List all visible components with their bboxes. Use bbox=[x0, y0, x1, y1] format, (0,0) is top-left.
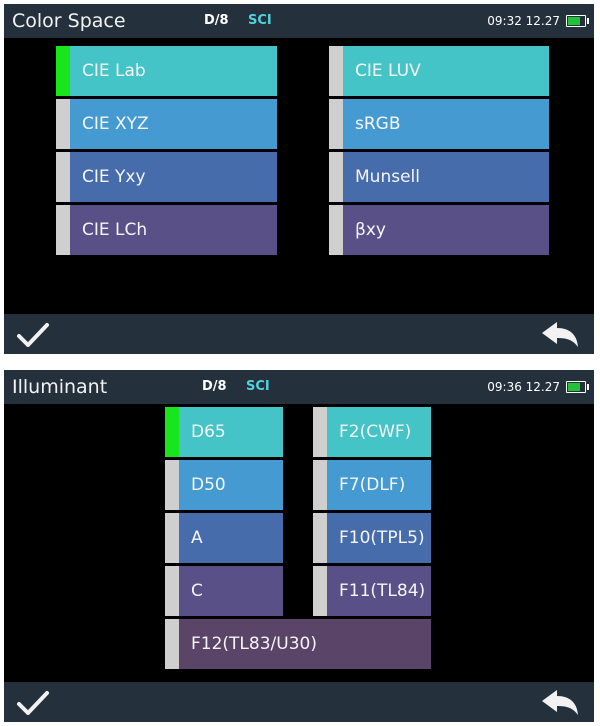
action-bar bbox=[4, 314, 594, 354]
option-label: sRGB bbox=[355, 114, 401, 134]
option-srgb[interactable]: sRGB bbox=[329, 99, 549, 149]
action-bar bbox=[4, 682, 594, 722]
check-icon[interactable] bbox=[16, 321, 50, 349]
selection-indicator bbox=[329, 205, 343, 255]
option-f12-tl83-u30[interactable]: F12(TL83/U30) bbox=[165, 619, 431, 669]
selection-indicator bbox=[313, 460, 327, 510]
selection-indicator bbox=[165, 407, 179, 457]
option-label: Munsell bbox=[355, 167, 420, 187]
page-title: Illuminant bbox=[12, 376, 108, 398]
option-label: F11(TL84) bbox=[339, 581, 426, 601]
option-label: CIE Lab bbox=[82, 61, 146, 81]
selection-indicator bbox=[329, 99, 343, 149]
color-space-screen: Color Space D/8 SCI 09:32 12.27 CIE Lab … bbox=[4, 4, 594, 354]
option-cie-lch[interactable]: CIE LCh bbox=[56, 205, 277, 255]
option-label: CIE LCh bbox=[82, 220, 148, 240]
selection-indicator bbox=[165, 460, 179, 510]
back-arrow-icon[interactable] bbox=[540, 689, 580, 717]
clock-text: 09:32 12.27 bbox=[487, 14, 560, 28]
selection-indicator bbox=[56, 46, 70, 96]
geometry-label: D/8 bbox=[204, 13, 229, 28]
option-f10-tpl5[interactable]: F10(TPL5) bbox=[313, 513, 431, 563]
option-beta-xy[interactable]: βxy bbox=[329, 205, 549, 255]
page-title: Color Space bbox=[12, 10, 126, 32]
selection-indicator bbox=[165, 619, 179, 669]
selection-indicator bbox=[56, 99, 70, 149]
option-label: F7(DLF) bbox=[339, 475, 406, 495]
status-bar: Illuminant D/8 SCI 09:36 12.27 bbox=[4, 370, 594, 404]
selection-indicator bbox=[329, 46, 343, 96]
option-label: βxy bbox=[355, 220, 386, 240]
selection-indicator bbox=[56, 152, 70, 202]
option-label: F10(TPL5) bbox=[339, 528, 425, 548]
option-label: F2(CWF) bbox=[339, 422, 412, 442]
option-c[interactable]: C bbox=[165, 566, 283, 616]
battery-charging-icon bbox=[566, 15, 589, 27]
option-f11-tl84[interactable]: F11(TL84) bbox=[313, 566, 431, 616]
option-a[interactable]: A bbox=[165, 513, 283, 563]
illuminant-screen: Illuminant D/8 SCI 09:36 12.27 D65 D50 A… bbox=[4, 370, 594, 722]
mode-label: SCI bbox=[248, 13, 272, 28]
option-cie-lab[interactable]: CIE Lab bbox=[56, 46, 277, 96]
selection-indicator bbox=[329, 152, 343, 202]
clock-text: 09:36 12.27 bbox=[487, 380, 560, 394]
option-munsell[interactable]: Munsell bbox=[329, 152, 549, 202]
check-icon[interactable] bbox=[16, 689, 50, 717]
option-cie-xyz[interactable]: CIE XYZ bbox=[56, 99, 277, 149]
back-arrow-icon[interactable] bbox=[540, 321, 580, 349]
option-d50[interactable]: D50 bbox=[165, 460, 283, 510]
option-label: A bbox=[191, 528, 203, 548]
selection-indicator bbox=[165, 566, 179, 616]
selection-indicator bbox=[313, 513, 327, 563]
option-d65[interactable]: D65 bbox=[165, 407, 283, 457]
battery-charging-icon bbox=[566, 381, 589, 393]
status-bar: Color Space D/8 SCI 09:32 12.27 bbox=[4, 4, 594, 38]
option-label: D65 bbox=[191, 422, 226, 442]
option-f7-dlf[interactable]: F7(DLF) bbox=[313, 460, 431, 510]
option-cie-luv[interactable]: CIE LUV bbox=[329, 46, 549, 96]
selection-indicator bbox=[313, 407, 327, 457]
option-label: D50 bbox=[191, 475, 226, 495]
option-label: CIE XYZ bbox=[82, 114, 149, 134]
geometry-label: D/8 bbox=[202, 379, 227, 394]
option-label: CIE Yxy bbox=[82, 167, 146, 187]
selection-indicator bbox=[165, 513, 179, 563]
mode-label: SCI bbox=[246, 379, 270, 394]
option-label: C bbox=[191, 581, 203, 601]
selection-indicator bbox=[56, 205, 70, 255]
selection-indicator bbox=[313, 566, 327, 616]
option-f2-cwf[interactable]: F2(CWF) bbox=[313, 407, 431, 457]
option-cie-yxy[interactable]: CIE Yxy bbox=[56, 152, 277, 202]
option-label: F12(TL83/U30) bbox=[191, 634, 317, 654]
option-label: CIE LUV bbox=[355, 61, 421, 81]
